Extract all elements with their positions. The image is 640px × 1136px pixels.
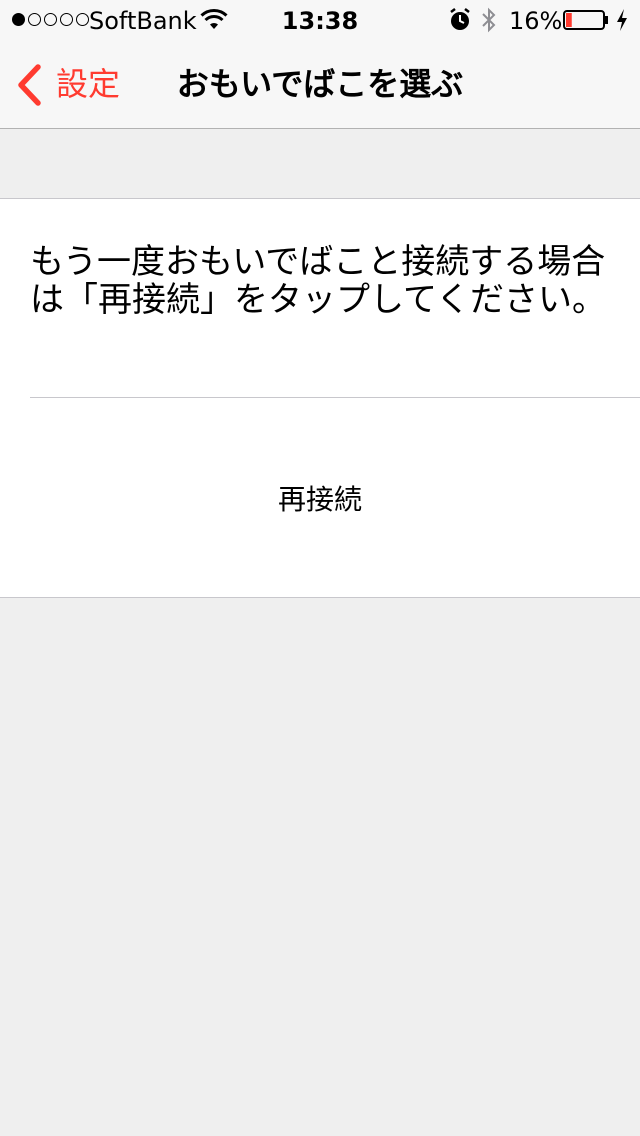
reconnect-button[interactable]: 再接続 [0, 398, 640, 598]
page-title: おもいでばこを選ぶ [176, 65, 464, 103]
top-bar: SoftBank 13:38 16% 設定 おもいでばこを選ぶ [0, 0, 640, 129]
screen: SoftBank 13:38 16% 設定 おもいでばこを選ぶ もう一度おもいで… [0, 0, 640, 1136]
battery-percent: 16% [509, 7, 563, 35]
bluetooth-icon [482, 7, 496, 33]
status-bar: SoftBank 13:38 16% [0, 0, 640, 40]
navigation-bar: 設定 おもいでばこを選ぶ [0, 40, 640, 128]
battery-icon [563, 10, 608, 30]
alarm-icon [450, 8, 470, 30]
instruction-text: もう一度おもいでばこと接続する場合は「再接続」をタップしてください。 [30, 242, 606, 320]
charging-icon [617, 9, 627, 31]
reconnect-card: もう一度おもいでばこと接続する場合は「再接続」をタップしてください。 再接続 [0, 198, 640, 598]
